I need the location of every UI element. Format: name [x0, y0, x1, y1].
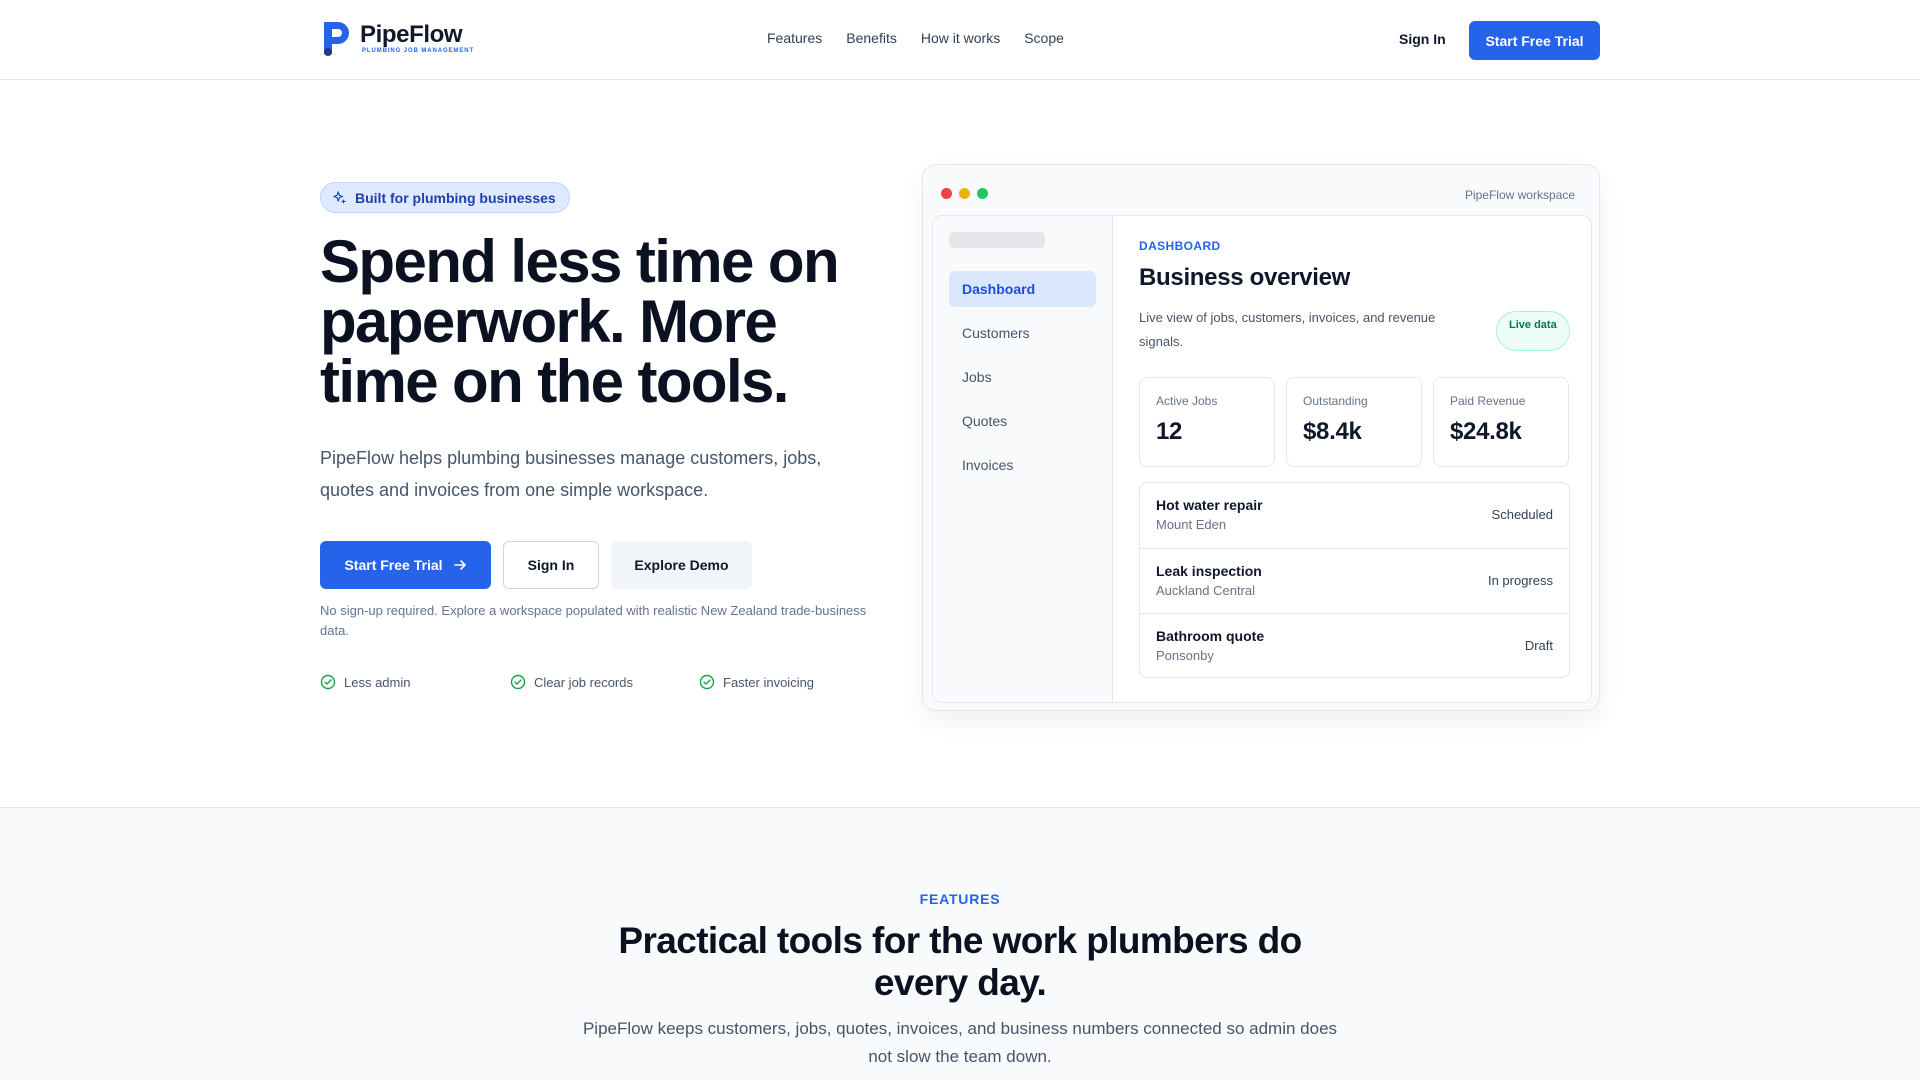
job-location: Ponsonby: [1156, 648, 1214, 663]
window-maximize-dot: [977, 188, 988, 199]
hero-benefits-list: Less admin Clear job records Faster invo…: [320, 674, 814, 690]
features-title: Practical tools for the work plumbers do…: [618, 920, 1302, 1003]
stat-card-active-jobs: Active Jobs 12: [1139, 377, 1275, 467]
main-nav: Features Benefits How it works Scope: [767, 30, 1064, 46]
workspace-main: DASHBOARD Business overview Live view of…: [1113, 216, 1591, 702]
stat-value: 12: [1156, 418, 1183, 445]
workspace-sidebar: Dashboard Customers Jobs Quotes Invoices: [933, 216, 1113, 702]
list-item[interactable]: Bathroom quote Ponsonby Draft: [1140, 613, 1569, 678]
sparkle-icon: [333, 190, 347, 204]
logo-tagline: PLUMBING JOB MANAGEMENT: [362, 48, 475, 54]
check-circle-icon: [699, 674, 715, 690]
window-titlebar: PipeFlow workspace: [932, 174, 1592, 210]
nav-how-it-works[interactable]: How it works: [921, 30, 1000, 46]
hero-title: Spend less time on paperwork. More time …: [320, 228, 840, 415]
logo[interactable]: PipeFlow PLUMBING JOB MANAGEMENT: [320, 18, 474, 58]
check-circle-icon: [320, 674, 336, 690]
window-close-dot: [941, 188, 952, 199]
window-minimize-dot: [959, 188, 970, 199]
arrow-right-icon: [453, 560, 466, 570]
sidebar-item-invoices[interactable]: Invoices: [949, 447, 1096, 483]
start-free-trial-label: Start Free Trial: [344, 557, 443, 573]
hero-hint: No sign-up required. Explore a workspace…: [320, 603, 867, 638]
benefit-item: Faster invoicing: [699, 674, 814, 690]
hero-badge: Built for plumbing businesses: [320, 182, 570, 213]
stat-label: Outstanding: [1303, 394, 1368, 408]
job-status: Draft: [1524, 638, 1553, 653]
live-data-badge: Live data: [1496, 311, 1570, 351]
header-start-trial-button[interactable]: Start Free Trial: [1469, 21, 1600, 60]
pipeflow-logo-icon: [324, 22, 349, 56]
nav-scope[interactable]: Scope: [1024, 30, 1064, 46]
benefit-label: Less admin: [344, 674, 411, 690]
job-status: Scheduled: [1491, 507, 1553, 522]
sidebar-item-customers[interactable]: Customers: [949, 315, 1096, 351]
stat-card-paid-revenue: Paid Revenue $24.8k: [1433, 377, 1569, 467]
features-section: FEATURES Practical tools for the work pl…: [0, 807, 1920, 1080]
jobs-list: Hot water repair Mount Eden Scheduled Le…: [1139, 482, 1570, 678]
job-status: In progress: [1487, 573, 1553, 588]
section-label: DASHBOARD: [1139, 239, 1221, 253]
stat-label: Active Jobs: [1156, 394, 1218, 408]
benefit-item: Clear job records: [510, 674, 699, 690]
stat-value: $8.4k: [1303, 418, 1362, 445]
logo-name: PipeFlow: [360, 21, 463, 48]
list-item[interactable]: Leak inspection Auckland Central In prog…: [1140, 548, 1569, 613]
benefit-label: Clear job records: [534, 674, 633, 690]
sidebar-item-quotes[interactable]: Quotes: [949, 403, 1096, 439]
nav-features[interactable]: Features: [767, 30, 822, 46]
stat-card-outstanding: Outstanding $8.4k: [1286, 377, 1422, 467]
workspace-window: Dashboard Customers Jobs Quotes Invoices…: [932, 215, 1592, 703]
features-subtitle: PipeFlow keeps customers, jobs, quotes, …: [582, 1019, 1338, 1066]
list-item[interactable]: Hot water repair Mount Eden Scheduled: [1140, 483, 1569, 548]
hero-badge-label: Built for plumbing businesses: [355, 189, 556, 206]
sidebar-item-jobs[interactable]: Jobs: [949, 359, 1096, 395]
dashboard-preview: PipeFlow workspace Dashboard Customers J…: [922, 164, 1600, 711]
sign-in-button[interactable]: Sign In: [503, 541, 599, 589]
nav-benefits[interactable]: Benefits: [846, 30, 897, 46]
stat-label: Paid Revenue: [1450, 394, 1526, 408]
hero-subtitle: PipeFlow helps plumbing businesses manag…: [320, 448, 822, 500]
job-name: Bathroom quote: [1156, 628, 1265, 644]
header-signin-link[interactable]: Sign In: [1399, 31, 1446, 47]
features-label: FEATURES: [919, 891, 1001, 907]
dashboard-title: Business overview: [1139, 264, 1351, 291]
window-title: PipeFlow workspace: [1464, 188, 1575, 202]
site-header: PipeFlow PLUMBING JOB MANAGEMENT Feature…: [0, 0, 1920, 80]
explore-demo-button[interactable]: Explore Demo: [611, 541, 752, 589]
start-free-trial-button[interactable]: Start Free Trial: [320, 541, 491, 589]
hero-cta-group: Start Free Trial Sign In Explore Demo: [320, 541, 752, 589]
benefit-label: Faster invoicing: [723, 674, 815, 690]
benefit-item: Less admin: [320, 674, 510, 690]
check-circle-icon: [510, 674, 526, 690]
dashboard-description: Live view of jobs, customers, invoices, …: [1139, 310, 1436, 349]
sidebar-placeholder: [949, 232, 1045, 248]
sidebar-item-dashboard[interactable]: Dashboard: [949, 271, 1096, 307]
stat-value: $24.8k: [1450, 418, 1522, 445]
